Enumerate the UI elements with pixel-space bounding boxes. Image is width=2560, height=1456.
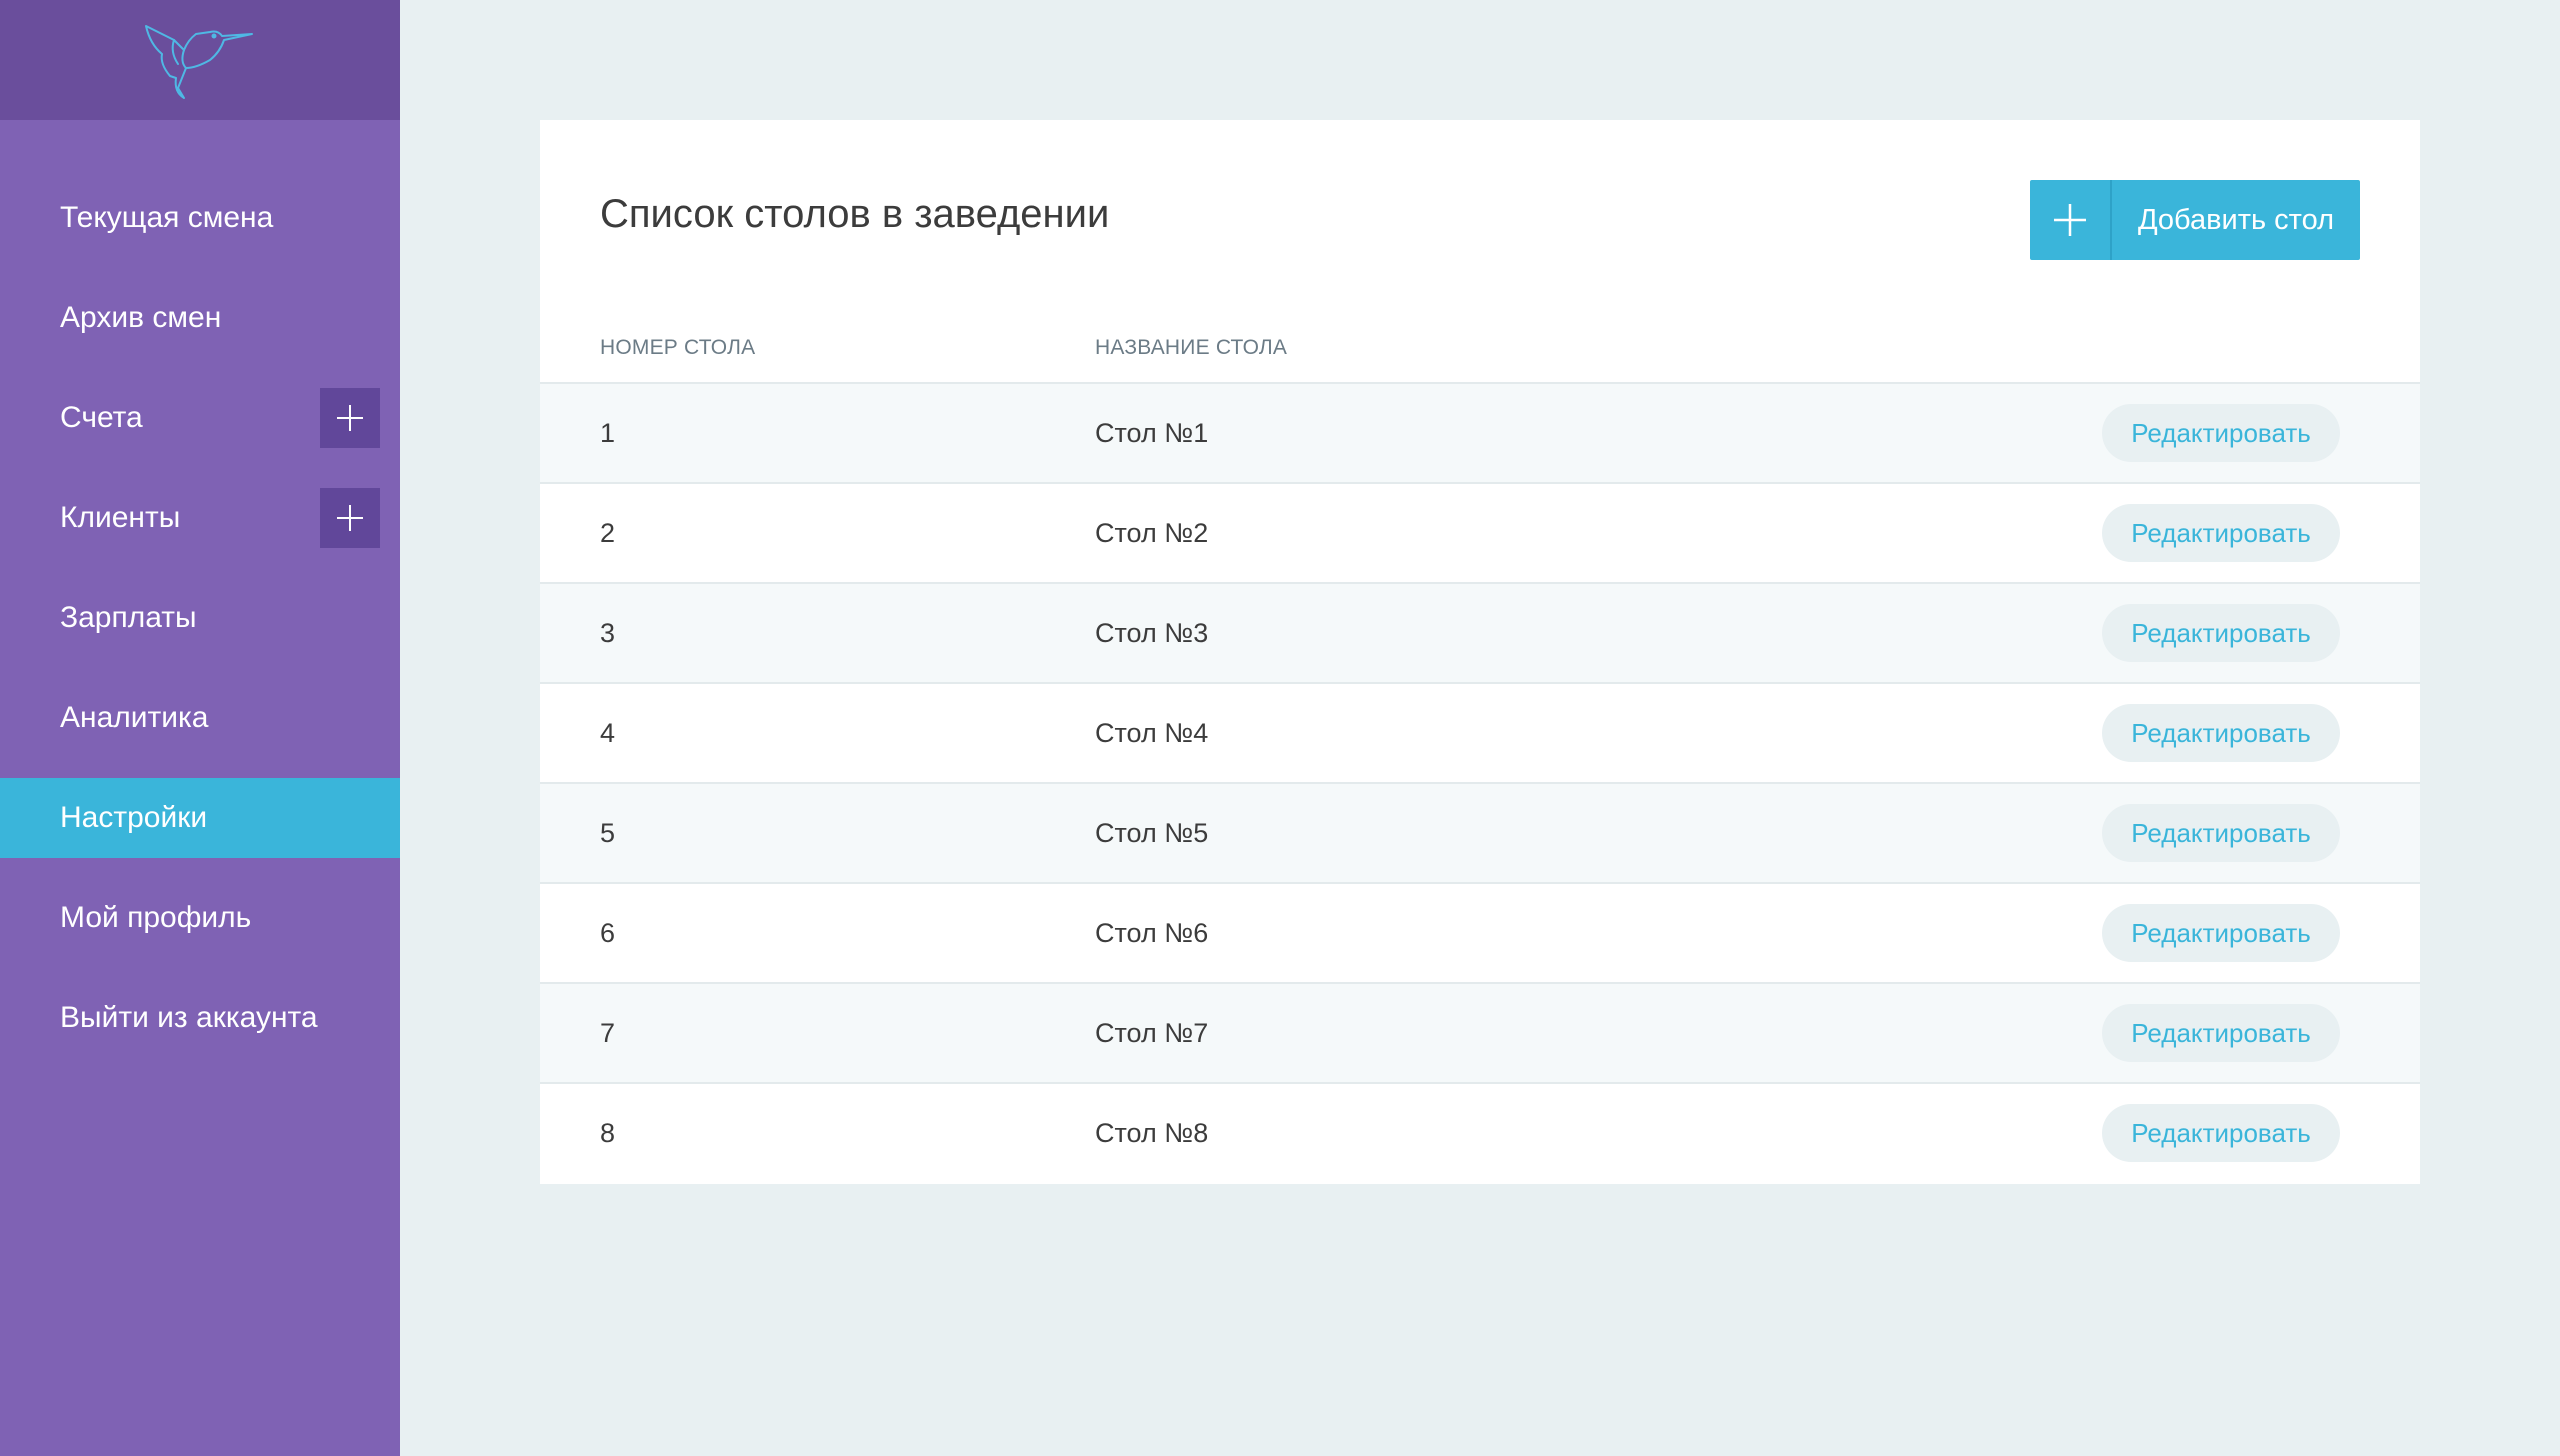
plus-icon [2030,180,2112,260]
sidebar-item-label: Счета [60,401,143,434]
sidebar-item[interactable]: Аналитика [0,678,400,758]
edit-button[interactable]: Редактировать [2102,604,2340,662]
sidebar-logo-area [0,0,400,120]
sidebar-item[interactable]: Счета [0,378,400,458]
add-plus-icon[interactable] [320,488,380,548]
sidebar-item[interactable]: Мой профиль [0,878,400,958]
table-name-cell: Стол №2 [1095,518,1209,548]
sidebar-item[interactable]: Текущая смена [0,178,400,258]
table-number-cell: 1 [600,418,616,448]
table-number-cell: 5 [600,818,616,848]
table-name-cell: Стол №7 [1095,1018,1209,1048]
edit-button[interactable]: Редактировать [2102,404,2340,462]
sidebar-item-label: Зарплаты [60,601,197,634]
add-plus-icon[interactable] [320,388,380,448]
sidebar-item-label: Настройки [60,801,208,834]
table-number-cell: 7 [600,1018,616,1048]
table-name-cell: Стол №1 [1095,418,1209,448]
sidebar-nav: Текущая смена Архив смен Счета Клиенты Зарпл… [0,178,400,1058]
table-name-cell: Стол №6 [1095,918,1209,948]
table-number-cell: 2 [600,518,616,548]
table-number-cell: 3 [600,618,616,648]
table-name-cell: Стол №4 [1095,718,1209,748]
sidebar-item-label: Текущая смена [60,201,274,234]
sidebar-item[interactable]: Зарплаты [0,578,400,658]
table-row: 5 Стол №5 Редактировать [540,784,2420,884]
sidebar-item[interactable]: Клиенты [0,478,400,558]
edit-button[interactable]: Редактировать [2102,804,2340,862]
table-header: НОМЕР СТОЛА НАЗВАНИЕ СТОЛА [540,320,2420,384]
table-name-cell: Стол №3 [1095,618,1209,648]
edit-button[interactable]: Редактировать [2102,1004,2340,1062]
sidebar-item[interactable]: Архив смен [0,278,400,358]
table-row: 1 Стол №1 Редактировать [540,384,2420,484]
table-row: 2 Стол №2 Редактировать [540,484,2420,584]
sidebar-item[interactable]: Настройки [0,778,400,858]
column-header-number: НОМЕР СТОЛА [600,336,756,359]
table-name-cell: Стол №8 [1095,1118,1209,1148]
edit-button[interactable]: Редактировать [2102,704,2340,762]
tables-card: Список столов в заведении Добавить стол … [540,120,2420,1184]
sidebar-item-label: Выйти из аккаунта [60,1001,318,1034]
card-header: Список столов в заведении Добавить стол [540,120,2420,320]
page-title: Список столов в заведении [600,192,1110,236]
table-number-cell: 8 [600,1118,616,1148]
add-table-button[interactable]: Добавить стол [2030,180,2360,260]
table-row: 4 Стол №4 Редактировать [540,684,2420,784]
edit-button[interactable]: Редактировать [2102,1104,2340,1162]
sidebar-item-label: Аналитика [60,701,209,734]
column-header-name: НАЗВАНИЕ СТОЛА [1095,336,1288,359]
table-number-cell: 6 [600,918,616,948]
add-table-button-label: Добавить стол [2137,203,2335,236]
table-row: 6 Стол №6 Редактировать [540,884,2420,984]
edit-button[interactable]: Редактировать [2102,504,2340,562]
tables-list: 1 Стол №1 Редактировать 2 Стол №2 Редактирова… [540,384,2420,1184]
table-row: 7 Стол №7 Редактировать [540,984,2420,1084]
sidebar-item-label: Мой профиль [60,901,252,934]
sidebar-item[interactable]: Выйти из аккаунта [0,978,400,1058]
sidebar-item-label: Архив смен [60,301,222,334]
table-number-cell: 4 [600,718,616,748]
sidebar-item-label: Клиенты [60,501,181,534]
hummingbird-logo-icon [145,25,253,99]
table-row: 8 Стол №8 Редактировать [540,1084,2420,1184]
table-row: 3 Стол №3 Редактировать [540,584,2420,684]
sidebar: Текущая смена Архив смен Счета Клиенты Зарпл… [0,0,400,1456]
table-name-cell: Стол №5 [1095,818,1209,848]
edit-button[interactable]: Редактировать [2102,904,2340,962]
